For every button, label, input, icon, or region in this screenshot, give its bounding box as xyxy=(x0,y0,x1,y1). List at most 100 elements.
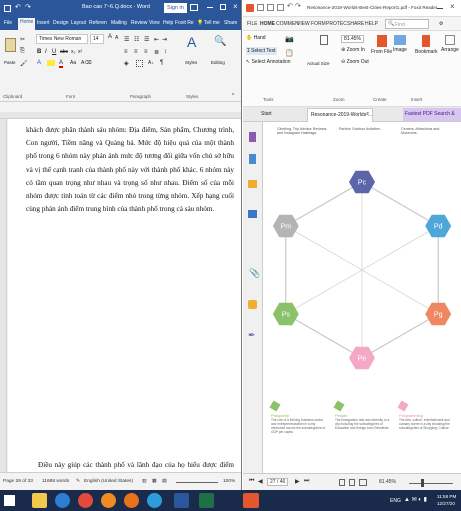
align-left-icon[interactable]: ≡ xyxy=(124,49,128,55)
document-paragraph-2[interactable]: Điều này giúp các thành phố và lãnh đạo … xyxy=(26,459,234,472)
menu-home[interactable]: HOME xyxy=(260,21,275,27)
line-spacing-icon[interactable]: ↕ xyxy=(164,49,167,55)
file-explorer-icon[interactable] xyxy=(32,493,47,508)
menu-comment[interactable]: COMMEN xyxy=(276,21,299,27)
tab-document[interactable]: Resonance-2019-Worlds-... × xyxy=(307,108,373,122)
fit-page-icon[interactable] xyxy=(320,35,328,45)
clock-date[interactable]: 12/27/20 xyxy=(437,501,455,506)
skype-icon[interactable] xyxy=(147,493,162,508)
underline-icon[interactable]: U xyxy=(52,49,56,55)
tell-me-input[interactable]: Tell me xyxy=(204,20,220,26)
continuous-icon[interactable] xyxy=(349,479,355,486)
open-icon[interactable] xyxy=(257,4,264,11)
multilevel-list-icon[interactable]: ☰ xyxy=(144,36,149,43)
chrome-icon[interactable] xyxy=(78,493,93,508)
image-button[interactable]: Image xyxy=(393,35,407,53)
word-icon[interactable] xyxy=(174,493,189,508)
share-button[interactable]: Share xyxy=(224,20,237,26)
snapshot-icon[interactable]: 📷 xyxy=(285,35,294,43)
copy-icon[interactable]: ⎘ xyxy=(20,48,25,55)
menu-help[interactable]: Help xyxy=(163,20,173,26)
select-text-tool[interactable]: Ɪ Select Text xyxy=(246,47,277,55)
signature-panel-icon[interactable]: ✒ xyxy=(248,330,256,341)
close-tab-icon[interactable]: × xyxy=(366,111,369,117)
arrange-button[interactable]: Arrange xyxy=(441,35,459,53)
zoom-slider[interactable] xyxy=(176,482,218,483)
menu-references[interactable]: Referen xyxy=(89,20,107,26)
decrease-indent-icon[interactable]: ⇤ xyxy=(154,36,159,43)
single-page-icon[interactable] xyxy=(339,479,345,486)
styles-icon[interactable]: A xyxy=(187,34,196,50)
sign-in-button[interactable]: Sign in xyxy=(164,3,187,13)
bullets-icon[interactable]: ☰ xyxy=(124,36,129,43)
search-field[interactable]: 🔍 Find xyxy=(385,19,429,29)
select-annotation-tool[interactable]: ↖ Select Annotation xyxy=(246,59,291,65)
bookmark-button[interactable]: Bookmark xyxy=(415,35,438,55)
close-icon[interactable]: × xyxy=(233,2,238,11)
attachments-panel-icon[interactable]: 📎 xyxy=(249,268,260,279)
menu-insert[interactable]: Insert xyxy=(37,20,50,26)
font-size-select[interactable]: 14 xyxy=(90,34,104,44)
from-file-button[interactable]: From File xyxy=(371,35,392,55)
minimize-icon[interactable] xyxy=(437,8,443,9)
menu-view[interactable]: View xyxy=(149,20,160,26)
proofing-icon[interactable]: ✎ xyxy=(76,479,80,484)
menu-file[interactable]: File xyxy=(4,20,12,26)
grow-font-icon[interactable]: A xyxy=(108,34,112,40)
tab-start[interactable]: Start xyxy=(261,111,272,117)
undo-icon[interactable]: ↶ xyxy=(15,3,21,11)
actual-size-button[interactable]: Actual Size xyxy=(307,61,330,66)
document-paragraph-1[interactable]: khách được phân thành sáu nhóm: Địa điểm… xyxy=(26,124,234,216)
change-case-icon[interactable]: Aa xyxy=(70,60,76,66)
undo-icon[interactable]: ↶ xyxy=(287,2,293,10)
layers-panel-icon[interactable] xyxy=(248,210,257,218)
font-name-select[interactable]: Times New Roman xyxy=(36,34,88,44)
editing-button[interactable]: Editing xyxy=(211,60,225,65)
start-icon[interactable] xyxy=(4,495,15,506)
vertical-ruler[interactable] xyxy=(0,119,7,472)
menu-home[interactable]: Home xyxy=(18,18,36,30)
print-icon[interactable] xyxy=(277,4,284,11)
media-player-icon[interactable] xyxy=(124,493,139,508)
clipboard-icon[interactable] xyxy=(5,38,16,52)
collapse-ribbon-icon[interactable]: ^ xyxy=(232,93,234,99)
increase-indent-icon[interactable]: ⇥ xyxy=(162,36,167,43)
clipboard-icon[interactable]: 📋 xyxy=(285,49,294,57)
superscript-icon[interactable]: x² xyxy=(78,49,82,55)
menu-form[interactable]: FORM xyxy=(311,21,326,27)
maximize-icon[interactable] xyxy=(220,4,226,10)
menu-mailings[interactable]: Mailing xyxy=(111,20,127,26)
numbering-icon[interactable]: ☷ xyxy=(134,36,139,43)
settings-icon[interactable]: ⚙ xyxy=(439,21,443,27)
menu-foxit[interactable]: Foxit Re xyxy=(175,20,194,26)
redo-icon[interactable]: ↷ xyxy=(295,2,301,10)
menu-design[interactable]: Design xyxy=(53,20,69,26)
align-right-icon[interactable]: ≡ xyxy=(144,49,148,55)
comments-panel-icon[interactable] xyxy=(248,180,257,188)
zoom-slider-thumb[interactable] xyxy=(421,479,424,487)
highlight-icon[interactable] xyxy=(47,60,55,66)
shading-icon[interactable]: ◈ xyxy=(124,60,129,67)
tray-icons[interactable]: ▲ ✉ ◐ ▮ xyxy=(404,496,427,503)
redo-icon[interactable]: ↷ xyxy=(25,3,31,11)
menu-file[interactable]: FILE xyxy=(247,21,258,27)
ad-banner[interactable]: Fastest PDF Search & xyxy=(403,108,461,121)
next-page-icon[interactable]: ▶ xyxy=(295,478,300,485)
cut-icon[interactable]: ✂ xyxy=(20,36,25,43)
styles-button[interactable]: Styles xyxy=(185,60,197,65)
clock-time[interactable]: 11:58 PM xyxy=(437,494,456,499)
italic-icon[interactable]: I xyxy=(45,49,47,55)
prev-page-icon[interactable]: ◀ xyxy=(258,478,263,485)
zoom-in-button[interactable]: ⊕ Zoom In xyxy=(341,47,365,53)
ribbon-display-icon[interactable] xyxy=(190,4,198,11)
menu-view[interactable]: VIEW xyxy=(297,21,310,27)
shrink-font-icon[interactable]: A xyxy=(115,35,118,41)
text-effects-icon[interactable]: A xyxy=(37,60,41,66)
horizontal-ruler[interactable] xyxy=(0,112,241,119)
edge-icon[interactable] xyxy=(55,493,70,508)
editing-icon[interactable]: 🔍 xyxy=(214,36,226,47)
menu-layout[interactable]: Layout xyxy=(71,20,86,26)
excel-icon[interactable] xyxy=(199,493,214,508)
nav-zoom-value[interactable]: 81.45% xyxy=(379,479,396,485)
align-center-icon[interactable]: ≡ xyxy=(134,49,138,55)
